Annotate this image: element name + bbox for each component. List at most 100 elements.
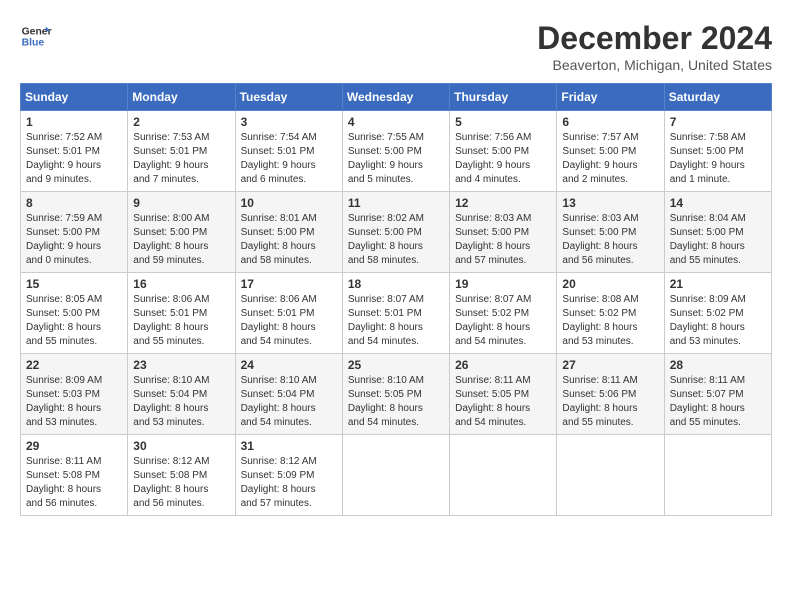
day-info: Sunrise: 8:08 AM Sunset: 5:02 PM Dayligh…: [562, 293, 658, 349]
calendar-cell: 30 Sunrise: 8:12 AM Sunset: 5:08 PM Dayli…: [128, 435, 235, 516]
day-number: 4: [348, 115, 444, 129]
day-info: Sunrise: 8:03 AM Sunset: 5:00 PM Dayligh…: [562, 212, 658, 268]
calendar-cell: 5 Sunrise: 7:56 AM Sunset: 5:00 PM Daylig…: [450, 111, 557, 192]
calendar-cell: 15Sunrise: 8:05 AM Sunset: 5:00 PM Dayli…: [21, 273, 128, 354]
day-number: 11: [348, 196, 444, 210]
calendar-week-1: 1Sunrise: 7:52 AM Sunset: 5:01 PM Daylig…: [21, 111, 772, 192]
day-number: 28: [670, 358, 766, 372]
calendar-cell: 7Sunrise: 7:58 AM Sunset: 5:00 PM Daylig…: [664, 111, 771, 192]
day-info: Sunrise: 8:11 AM Sunset: 5:06 PM Dayligh…: [562, 374, 658, 430]
day-number: 30: [133, 439, 229, 453]
svg-text:General: General: [22, 26, 52, 37]
calendar-cell: 19Sunrise: 8:07 AM Sunset: 5:02 PM Dayli…: [450, 273, 557, 354]
day-info: Sunrise: 8:05 AM Sunset: 5:00 PM Dayligh…: [26, 293, 122, 349]
calendar-cell: 11 Sunrise: 8:02 AM Sunset: 5:00 PM Dayli…: [342, 192, 449, 273]
calendar-cell: [342, 435, 449, 516]
day-number: 3: [241, 115, 337, 129]
calendar-week-4: 22 Sunrise: 8:09 AM Sunset: 5:03 PM Dayli…: [21, 354, 772, 435]
day-number: 14: [670, 196, 766, 210]
calendar-cell: 21 Sunrise: 8:09 AM Sunset: 5:02 PM Dayli…: [664, 273, 771, 354]
calendar-cell: 3 Sunrise: 7:54 AM Sunset: 5:01 PM Daylig…: [235, 111, 342, 192]
calendar-cell: 9Sunrise: 8:00 AM Sunset: 5:00 PM Daylig…: [128, 192, 235, 273]
calendar-cell: 26 Sunrise: 8:11 AM Sunset: 5:05 PM Dayli…: [450, 354, 557, 435]
day-number: 21: [670, 277, 766, 291]
calendar-cell: 2 Sunrise: 7:53 AM Sunset: 5:01 PM Daylig…: [128, 111, 235, 192]
calendar-cell: 10Sunrise: 8:01 AM Sunset: 5:00 PM Dayli…: [235, 192, 342, 273]
day-number: 16: [133, 277, 229, 291]
calendar-cell: 6 Sunrise: 7:57 AM Sunset: 5:00 PM Daylig…: [557, 111, 664, 192]
calendar-header-friday: Friday: [557, 84, 664, 111]
calendar-cell: 1Sunrise: 7:52 AM Sunset: 5:01 PM Daylig…: [21, 111, 128, 192]
calendar-cell: 14 Sunrise: 8:04 AM Sunset: 5:00 PM Dayli…: [664, 192, 771, 273]
day-number: 2: [133, 115, 229, 129]
day-number: 26: [455, 358, 551, 372]
day-number: 6: [562, 115, 658, 129]
day-number: 25: [348, 358, 444, 372]
subtitle: Beaverton, Michigan, United States: [537, 57, 772, 73]
calendar-cell: 4 Sunrise: 7:55 AM Sunset: 5:00 PM Daylig…: [342, 111, 449, 192]
day-info: Sunrise: 7:56 AM Sunset: 5:00 PM Dayligh…: [455, 131, 551, 187]
day-number: 5: [455, 115, 551, 129]
day-info: Sunrise: 8:09 AM Sunset: 5:03 PM Dayligh…: [26, 374, 122, 430]
calendar-cell: 24 Sunrise: 8:10 AM Sunset: 5:04 PM Dayli…: [235, 354, 342, 435]
day-number: 18: [348, 277, 444, 291]
day-info: Sunrise: 8:12 AM Sunset: 5:08 PM Dayligh…: [133, 455, 229, 511]
calendar-header-tuesday: Tuesday: [235, 84, 342, 111]
day-info: Sunrise: 8:11 AM Sunset: 5:08 PM Dayligh…: [26, 455, 122, 511]
calendar-cell: 20 Sunrise: 8:08 AM Sunset: 5:02 PM Dayli…: [557, 273, 664, 354]
day-info: Sunrise: 8:07 AM Sunset: 5:02 PM Dayligh…: [455, 293, 551, 349]
day-number: 8: [26, 196, 122, 210]
calendar-cell: 28 Sunrise: 8:11 AM Sunset: 5:07 PM Dayli…: [664, 354, 771, 435]
day-info: Sunrise: 8:00 AM Sunset: 5:00 PM Dayligh…: [133, 212, 229, 268]
calendar-cell: 22 Sunrise: 8:09 AM Sunset: 5:03 PM Dayli…: [21, 354, 128, 435]
day-number: 29: [26, 439, 122, 453]
day-number: 22: [26, 358, 122, 372]
day-number: 12: [455, 196, 551, 210]
calendar-cell: 12 Sunrise: 8:03 AM Sunset: 5:00 PM Dayli…: [450, 192, 557, 273]
calendar-cell: [664, 435, 771, 516]
day-info: Sunrise: 8:07 AM Sunset: 5:01 PM Dayligh…: [348, 293, 444, 349]
calendar: SundayMondayTuesdayWednesdayThursdayFrid…: [20, 83, 772, 516]
day-info: Sunrise: 7:57 AM Sunset: 5:00 PM Dayligh…: [562, 131, 658, 187]
calendar-cell: 25Sunrise: 8:10 AM Sunset: 5:05 PM Dayli…: [342, 354, 449, 435]
day-number: 13: [562, 196, 658, 210]
calendar-week-5: 29 Sunrise: 8:11 AM Sunset: 5:08 PM Dayli…: [21, 435, 772, 516]
day-info: Sunrise: 7:54 AM Sunset: 5:01 PM Dayligh…: [241, 131, 337, 187]
day-info: Sunrise: 8:10 AM Sunset: 5:04 PM Dayligh…: [241, 374, 337, 430]
day-number: 31: [241, 439, 337, 453]
calendar-week-3: 15Sunrise: 8:05 AM Sunset: 5:00 PM Dayli…: [21, 273, 772, 354]
calendar-header-monday: Monday: [128, 84, 235, 111]
calendar-cell: 16 Sunrise: 8:06 AM Sunset: 5:01 PM Dayli…: [128, 273, 235, 354]
day-info: Sunrise: 8:06 AM Sunset: 5:01 PM Dayligh…: [241, 293, 337, 349]
calendar-header-sunday: Sunday: [21, 84, 128, 111]
day-info: Sunrise: 8:02 AM Sunset: 5:00 PM Dayligh…: [348, 212, 444, 268]
day-number: 20: [562, 277, 658, 291]
calendar-cell: 17Sunrise: 8:06 AM Sunset: 5:01 PM Dayli…: [235, 273, 342, 354]
day-info: Sunrise: 8:03 AM Sunset: 5:00 PM Dayligh…: [455, 212, 551, 268]
day-info: Sunrise: 8:04 AM Sunset: 5:00 PM Dayligh…: [670, 212, 766, 268]
day-info: Sunrise: 7:53 AM Sunset: 5:01 PM Dayligh…: [133, 131, 229, 187]
day-info: Sunrise: 7:58 AM Sunset: 5:00 PM Dayligh…: [670, 131, 766, 187]
calendar-cell: 8 Sunrise: 7:59 AM Sunset: 5:00 PM Daylig…: [21, 192, 128, 273]
day-info: Sunrise: 8:09 AM Sunset: 5:02 PM Dayligh…: [670, 293, 766, 349]
logo-icon: General Blue: [20, 20, 52, 52]
day-info: Sunrise: 8:11 AM Sunset: 5:05 PM Dayligh…: [455, 374, 551, 430]
calendar-header-thursday: Thursday: [450, 84, 557, 111]
day-info: Sunrise: 8:01 AM Sunset: 5:00 PM Dayligh…: [241, 212, 337, 268]
logo: General Blue: [20, 20, 52, 52]
day-info: Sunrise: 8:12 AM Sunset: 5:09 PM Dayligh…: [241, 455, 337, 511]
calendar-cell: 13 Sunrise: 8:03 AM Sunset: 5:00 PM Dayli…: [557, 192, 664, 273]
title-section: December 2024 Beaverton, Michigan, Unite…: [537, 20, 772, 73]
day-number: 24: [241, 358, 337, 372]
svg-text:Blue: Blue: [22, 38, 45, 49]
calendar-cell: [450, 435, 557, 516]
calendar-header-wednesday: Wednesday: [342, 84, 449, 111]
day-info: Sunrise: 7:55 AM Sunset: 5:00 PM Dayligh…: [348, 131, 444, 187]
day-info: Sunrise: 8:11 AM Sunset: 5:07 PM Dayligh…: [670, 374, 766, 430]
day-info: Sunrise: 7:59 AM Sunset: 5:00 PM Dayligh…: [26, 212, 122, 268]
calendar-header-row: SundayMondayTuesdayWednesdayThursdayFrid…: [21, 84, 772, 111]
calendar-header-saturday: Saturday: [664, 84, 771, 111]
calendar-cell: 23Sunrise: 8:10 AM Sunset: 5:04 PM Dayli…: [128, 354, 235, 435]
header: General Blue December 2024 Beaverton, Mi…: [20, 20, 772, 73]
day-info: Sunrise: 8:06 AM Sunset: 5:01 PM Dayligh…: [133, 293, 229, 349]
